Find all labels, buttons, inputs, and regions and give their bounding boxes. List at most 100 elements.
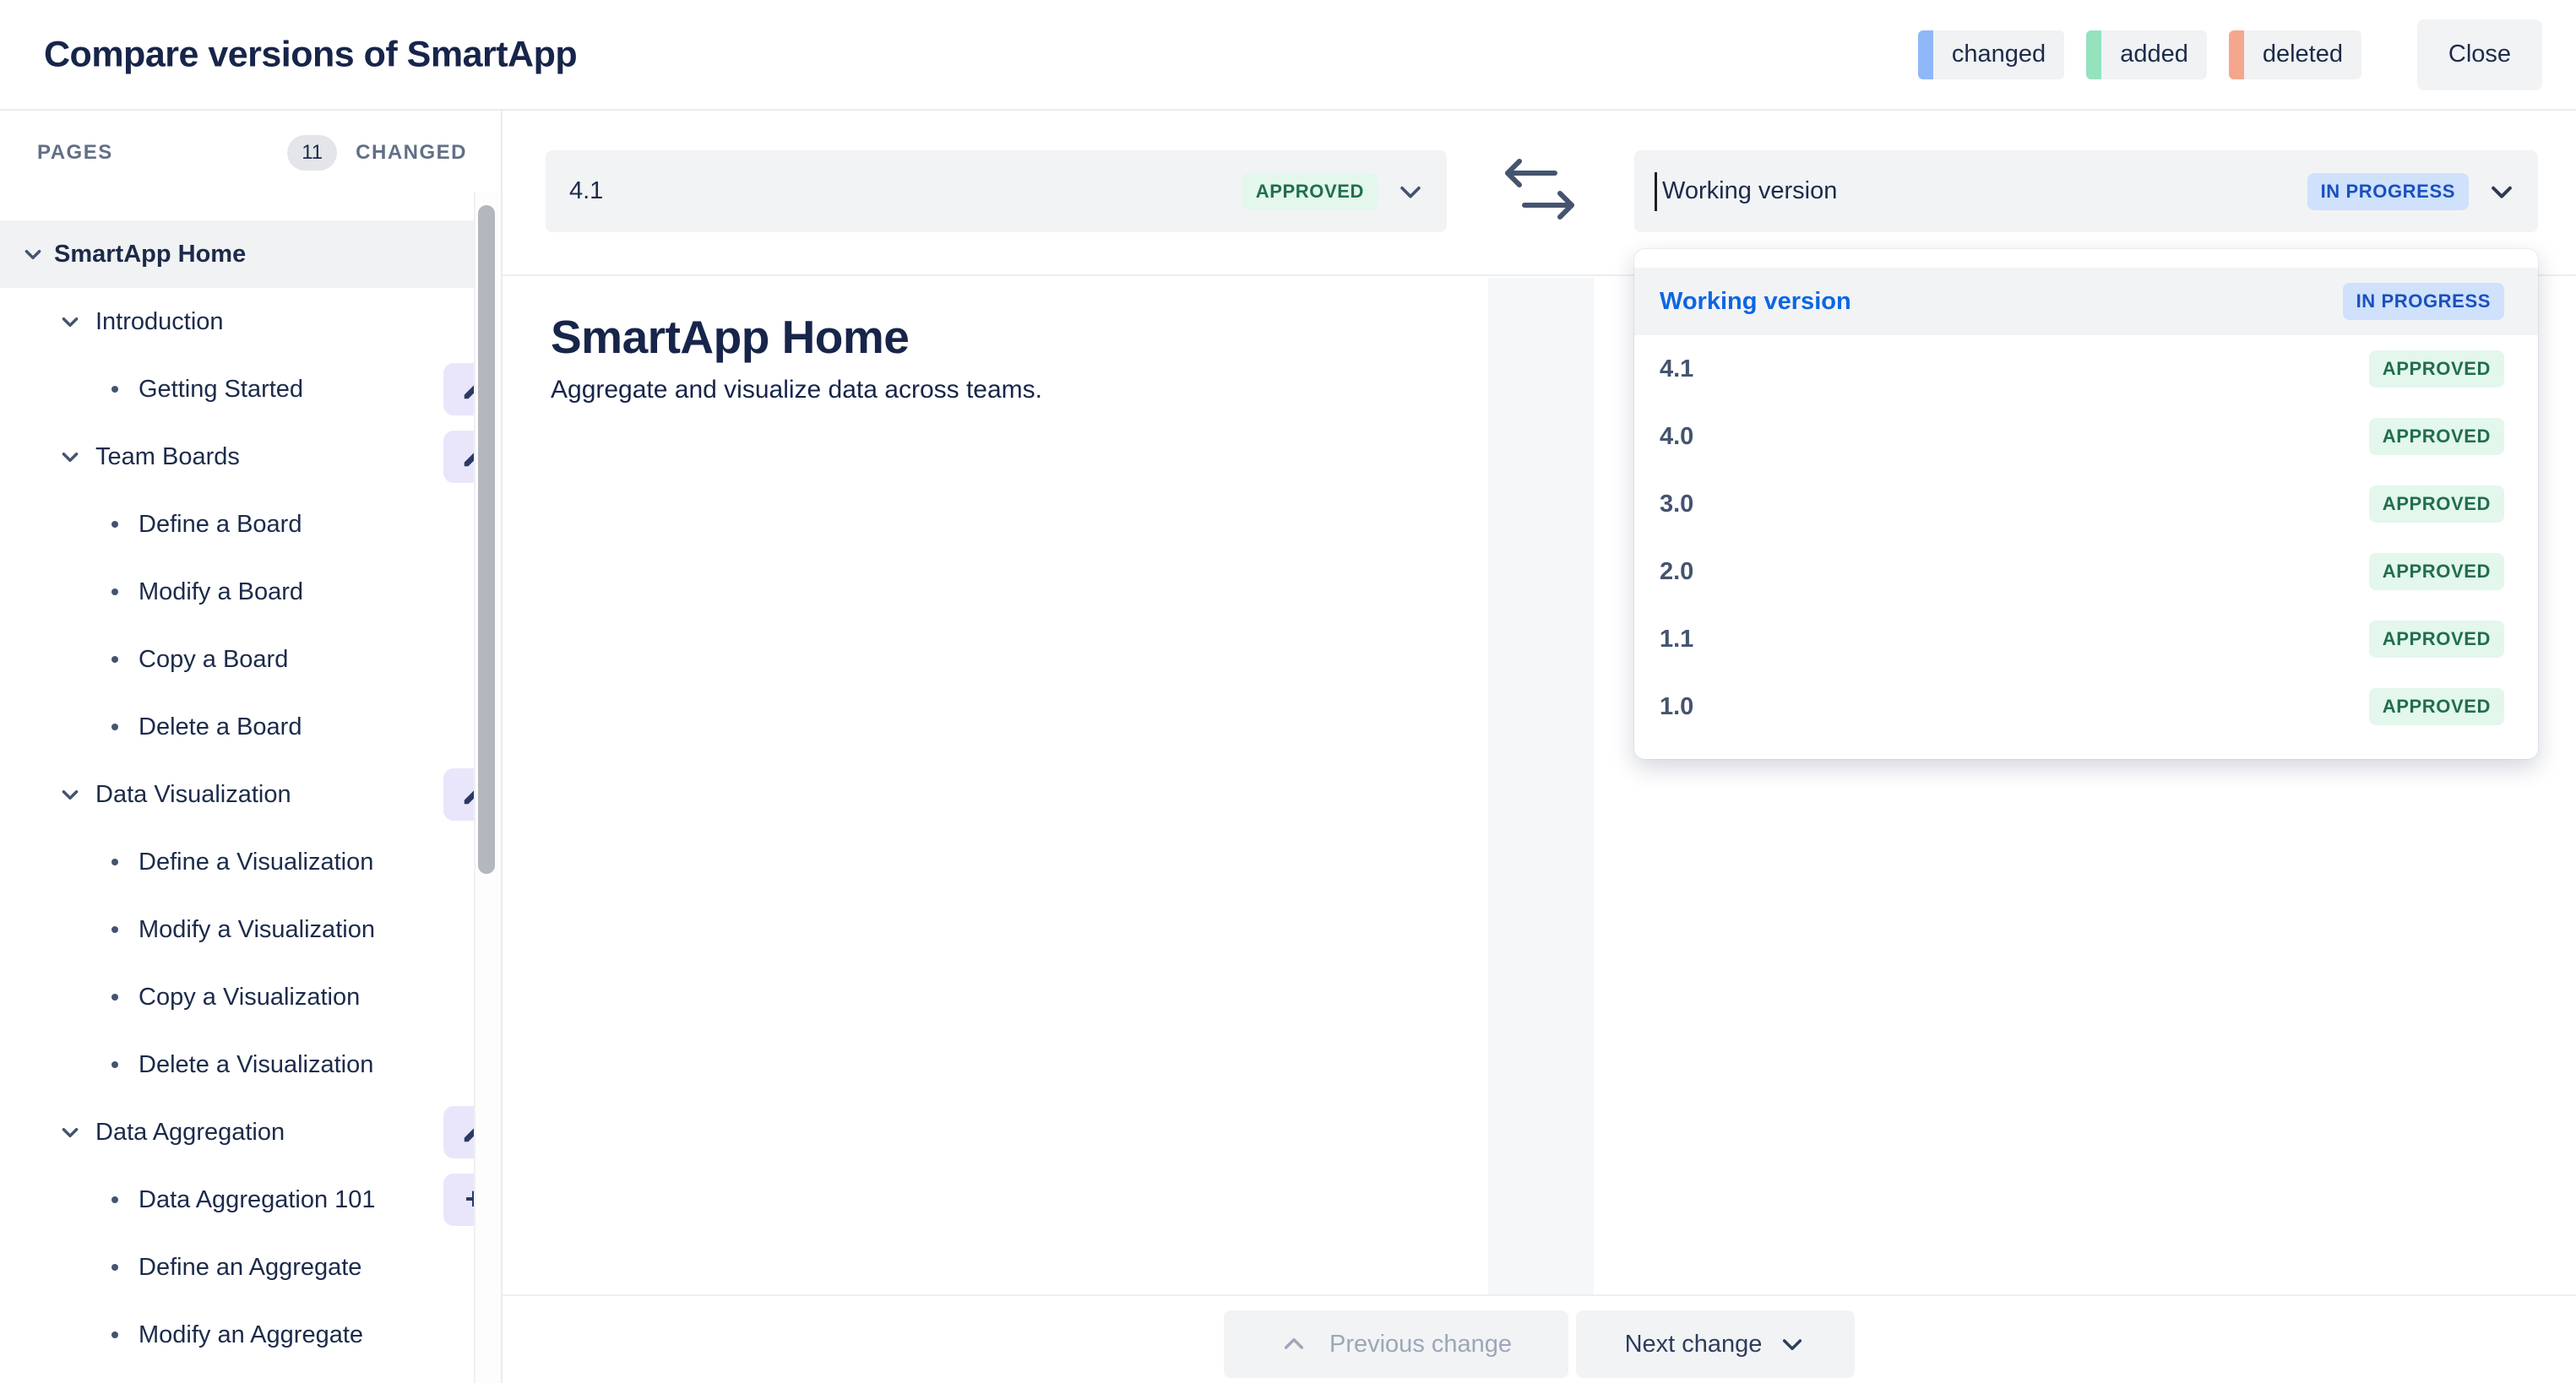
legend-changed: changed	[1918, 30, 2064, 79]
left-version-select[interactable]: 4.1 APPROVED	[546, 150, 1447, 232]
tree-item-label[interactable]: Define an Aggregate	[139, 1254, 361, 1282]
tree-item-define-a-visualization[interactable]: Define a Visualization	[0, 828, 501, 896]
version-option-working-version[interactable]: Working version IN PROGRESS	[1634, 268, 2538, 335]
version-option-4.0[interactable]: 4.0 APPROVED	[1634, 403, 2538, 470]
tree-item-copy-a-board[interactable]: Copy a Board	[0, 626, 501, 693]
tree-item-define-a-board[interactable]: Define a Board	[0, 491, 501, 558]
bullet-icon	[111, 1331, 118, 1338]
previous-change-label: Previous change	[1329, 1331, 1512, 1359]
page-title: Compare versions of SmartApp	[44, 34, 577, 75]
bullet-icon	[111, 656, 118, 663]
status-lozenge: IN PROGRESS	[2343, 283, 2504, 320]
document-title: SmartApp Home	[551, 310, 909, 364]
tree-item-modify-a-board[interactable]: Modify a Board	[0, 558, 501, 626]
tree-item-delete-a-board[interactable]: Delete a Board	[0, 693, 501, 761]
right-version-select[interactable]: Working version IN PROGRESS	[1634, 150, 2538, 232]
chevron-down-icon	[1396, 177, 1425, 206]
tree-item-smartapp-home[interactable]: SmartApp Home	[0, 220, 501, 288]
version-option-label[interactable]: 3.0	[1660, 491, 1693, 518]
document-subtitle: Aggregate and visualize data across team…	[551, 376, 1042, 404]
tree-item-define-an-aggregate[interactable]: Define an Aggregate	[0, 1234, 501, 1301]
status-lozenge: APPROVED	[1242, 173, 1378, 210]
version-option-label[interactable]: 1.1	[1660, 626, 1693, 654]
tree-item-data-aggregation-101[interactable]: Data Aggregation 101+	[0, 1166, 501, 1234]
version-option-1.1[interactable]: 1.1APPROVED	[1634, 605, 2538, 673]
compare-versions-screen: Compare versions of SmartApp changed adde…	[0, 0, 2576, 1383]
chevron-down-icon[interactable]	[59, 1121, 81, 1143]
version-option-label[interactable]: 4.0	[1660, 423, 1693, 451]
version-option-label[interactable]: 4.1	[1660, 355, 1693, 383]
pane-divider	[1488, 278, 1594, 1294]
chevron-down-icon[interactable]	[22, 243, 44, 265]
pages-label: PAGES	[37, 141, 113, 165]
diff-legend: changed added deleted	[1918, 30, 2361, 79]
tree-item-introduction[interactable]: Introduction	[0, 288, 501, 355]
tree-item-getting-started[interactable]: Getting Started	[0, 355, 501, 423]
sidebar-scrollbar-thumb[interactable]	[478, 205, 495, 874]
bullet-icon	[111, 1061, 118, 1068]
version-option-2.0[interactable]: 2.0 APPROVED	[1634, 538, 2538, 605]
chevron-up-icon	[1280, 1331, 1307, 1358]
version-option-label[interactable]: 2.0	[1660, 558, 1693, 586]
tree-item-label[interactable]: Delete a Board	[139, 713, 302, 741]
tree-item-label[interactable]: Introduction	[95, 308, 224, 336]
tree-item-label[interactable]: Copy a Visualization	[139, 984, 360, 1011]
version-option-label[interactable]: 1.0	[1660, 693, 1693, 721]
chevron-down-icon[interactable]	[59, 446, 81, 468]
chevron-down-icon[interactable]	[59, 784, 81, 805]
right-version-status-group: IN PROGRESS	[2307, 173, 2516, 210]
status-lozenge: APPROVED	[2369, 485, 2504, 523]
tree-item-label[interactable]: SmartApp Home	[54, 241, 246, 268]
bullet-icon	[111, 926, 118, 933]
version-option-4.1[interactable]: 4.1 APPROVED	[1634, 335, 2538, 403]
tree-item-copy-a-visualization[interactable]: Copy a Visualization	[0, 963, 501, 1031]
tree-item-label[interactable]: Define a Board	[139, 511, 302, 539]
tree-item-label[interactable]: Copy a Board	[139, 646, 288, 674]
version-option-1.0[interactable]: 1.0APPROVED	[1634, 673, 2538, 740]
tree-item-data-aggregation[interactable]: Data Aggregation	[0, 1098, 501, 1166]
tree-item-label[interactable]: Modify a Visualization	[139, 916, 375, 944]
next-change-button[interactable]: Next change	[1576, 1310, 1855, 1378]
tree-item-label[interactable]: Data Aggregation	[95, 1119, 285, 1147]
left-version-pane: SmartApp Home Aggregate and visualize da…	[503, 278, 1488, 1294]
version-option-label[interactable]: Working version	[1660, 288, 1851, 316]
deleted-color-bar	[2229, 30, 2244, 79]
previous-change-button[interactable]: Previous change	[1224, 1310, 1568, 1378]
pages-header: PAGES 11 CHANGED	[0, 111, 501, 195]
status-lozenge: APPROVED	[2369, 350, 2504, 388]
tree-item-label[interactable]: Modify a Board	[139, 578, 303, 606]
tree-item-label[interactable]: Data Visualization	[95, 781, 291, 809]
status-lozenge: APPROVED	[2369, 553, 2504, 590]
legend-label: deleted	[2244, 30, 2361, 79]
swap-versions-icon[interactable]	[1501, 158, 1579, 229]
bullet-icon	[111, 994, 118, 1001]
tree-item-label[interactable]: Data Aggregation 101	[139, 1186, 376, 1214]
tree-item-modify-a-visualization[interactable]: Modify a Visualization	[0, 896, 501, 963]
tree-item-team-boards[interactable]: Team Boards	[0, 423, 501, 491]
tree-item-modify-an-aggregate[interactable]: Modify an Aggregate	[0, 1301, 501, 1369]
status-lozenge: APPROVED	[2369, 418, 2504, 455]
bullet-icon	[111, 521, 118, 528]
next-change-label: Next change	[1625, 1331, 1763, 1359]
pages-sidebar: PAGES 11 CHANGED SmartApp Home Introducti…	[0, 111, 503, 1383]
bullet-icon	[111, 1196, 118, 1203]
added-color-bar	[2086, 30, 2101, 79]
chevron-down-icon[interactable]	[59, 311, 81, 333]
bullet-icon	[111, 588, 118, 595]
changed-color-bar	[1918, 30, 1933, 79]
tree-item-label[interactable]: Delete a Visualization	[139, 1051, 373, 1079]
bullet-icon	[111, 859, 118, 865]
version-option-3.0[interactable]: 3.0 APPROVED	[1634, 470, 2538, 538]
tree-item-label[interactable]: Define a Visualization	[139, 849, 373, 876]
version-dropdown-menu: Working versionIN PROGRESS4.1APPROVED4.0…	[1634, 249, 2538, 759]
legend-added: added	[2086, 30, 2207, 79]
tree-item-label[interactable]: Getting Started	[139, 376, 303, 404]
bullet-icon	[111, 724, 118, 730]
chevron-down-icon	[2487, 177, 2516, 206]
tree-item-data-visualization[interactable]: Data Visualization	[0, 761, 501, 828]
tree-item-label[interactable]: Team Boards	[95, 443, 240, 471]
header: Compare versions of SmartApp changed adde…	[0, 0, 2576, 111]
tree-item-delete-a-visualization[interactable]: Delete a Visualization	[0, 1031, 501, 1098]
tree-item-label[interactable]: Modify an Aggregate	[139, 1321, 363, 1349]
close-button[interactable]: Close	[2417, 19, 2542, 90]
